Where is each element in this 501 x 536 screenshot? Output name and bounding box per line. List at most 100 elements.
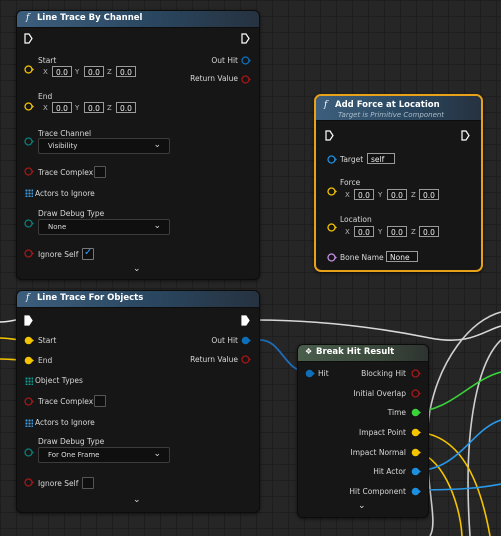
start-label: Start (38, 56, 57, 65)
bone-name-pin[interactable] (327, 253, 337, 262)
end-y-field[interactable]: 0.0 (84, 102, 104, 113)
node-title: Line Trace By Channel (37, 13, 143, 23)
target-field[interactable]: self (367, 153, 395, 164)
trace-channel-label: Trace Channel (38, 129, 92, 138)
return-value-label: Return Value (190, 355, 238, 364)
ignore-self-checkbox[interactable]: ✓ (82, 247, 94, 260)
trace-channel-value: Visibility (48, 142, 78, 150)
start-z-field[interactable]: 0.0 (116, 66, 136, 77)
end-y-axis: Y (75, 104, 80, 112)
exec-out-pin[interactable] (241, 33, 250, 44)
expand-chevron-icon[interactable]: ⌄ (133, 264, 141, 274)
exec-out-pin[interactable] (241, 315, 250, 326)
trace-complex-checkbox[interactable] (94, 166, 106, 178)
out-hit-label: Out Hit (211, 56, 238, 65)
force-vector-pin[interactable] (327, 187, 337, 196)
output-blocking-hit-pin[interactable] (411, 369, 421, 378)
force-x-axis: X (345, 191, 350, 199)
out-hit-pin[interactable] (241, 336, 251, 345)
return-value-pin[interactable] (241, 355, 251, 364)
draw-debug-value: For One Frame (48, 451, 100, 459)
output-impact-point-label: Impact Point (359, 428, 406, 437)
end-z-axis: Z (107, 104, 112, 112)
draw-debug-pin[interactable] (24, 448, 34, 457)
node-header[interactable]: f Line Trace For Objects (17, 291, 259, 308)
line-trace-by-channel-node[interactable]: f Line Trace By Channel Start X 0.0 Y 0.… (16, 10, 260, 280)
force-x-field[interactable]: 0.0 (354, 189, 374, 200)
exec-out-pin[interactable] (461, 130, 470, 141)
draw-debug-pin[interactable] (24, 219, 34, 228)
trace-channel-pin[interactable] (24, 137, 34, 146)
hit-label: Hit (318, 369, 329, 378)
out-hit-pin[interactable] (241, 56, 251, 65)
node-header[interactable]: f Line Trace By Channel (17, 11, 259, 28)
output-impact-normal-pin[interactable] (411, 448, 421, 457)
draw-debug-dropdown[interactable]: For One Frame ⌄ (38, 447, 170, 463)
output-impact-normal-label: Impact Normal (350, 448, 406, 457)
output-hit-component-label: Hit Component (349, 487, 406, 496)
trace-complex-pin[interactable] (24, 167, 34, 176)
draw-debug-dropdown[interactable]: None ⌄ (38, 219, 170, 235)
chevron-down-icon: ⌄ (153, 449, 161, 459)
location-z-field[interactable]: 0.0 (419, 226, 439, 237)
end-vector-pin[interactable] (24, 356, 34, 365)
end-label: End (38, 92, 53, 101)
start-x-field[interactable]: 0.0 (52, 66, 72, 77)
location-x-field[interactable]: 0.0 (354, 226, 374, 237)
wire-gray-1 (426, 311, 501, 536)
output-initial-overlap-pin[interactable] (411, 389, 421, 398)
bone-name-field[interactable]: None (386, 251, 418, 262)
array-grid-icon[interactable] (25, 377, 33, 385)
location-y-field[interactable]: 0.0 (387, 226, 407, 237)
exec-in-pin[interactable] (24, 33, 33, 44)
function-icon: f (26, 13, 30, 23)
output-time-label: Time (387, 408, 406, 417)
start-y-field[interactable]: 0.0 (84, 66, 104, 77)
array-grid-icon[interactable] (25, 419, 33, 427)
exec-in-pin[interactable] (24, 315, 33, 326)
wire-gray-2 (467, 339, 501, 536)
trace-complex-pin[interactable] (24, 397, 34, 406)
trace-complex-checkbox[interactable] (94, 395, 106, 407)
node-header[interactable]: f Add Force at Location Target is Primit… (316, 96, 481, 121)
exec-in-pin[interactable] (325, 130, 334, 141)
break-hit-result-node[interactable]: ❖ Break Hit Result Hit Blocking Hit Init… (297, 344, 429, 518)
node-header[interactable]: ❖ Break Hit Result (298, 345, 428, 362)
return-value-pin[interactable] (241, 75, 251, 84)
chevron-down-icon: ⌄ (153, 140, 161, 150)
force-y-field[interactable]: 0.0 (387, 189, 407, 200)
output-hit-component-pin[interactable] (411, 487, 421, 496)
start-x-axis: X (43, 68, 48, 76)
array-grid-icon[interactable] (25, 189, 33, 197)
end-vector-pin[interactable] (24, 102, 34, 111)
force-z-field[interactable]: 0.0 (419, 189, 439, 200)
node-subtitle: Target is Primitive Component (338, 111, 445, 119)
start-vector-pin[interactable] (24, 336, 34, 345)
start-vector-pin[interactable] (24, 65, 34, 74)
location-vector-pin[interactable] (327, 223, 337, 232)
expand-chevron-icon[interactable]: ⌄ (133, 495, 141, 505)
location-label: Location (340, 215, 372, 224)
hit-input-pin[interactable] (305, 369, 315, 378)
output-hit-actor-pin[interactable] (411, 467, 421, 476)
draw-debug-label: Draw Debug Type (38, 437, 105, 446)
object-types-label: Object Types (35, 376, 83, 385)
end-x-field[interactable]: 0.0 (52, 102, 72, 113)
start-z-axis: Z (107, 68, 112, 76)
ignore-self-pin[interactable] (24, 478, 34, 487)
location-x-axis: X (345, 228, 350, 236)
ignore-self-checkbox[interactable] (82, 477, 94, 489)
line-trace-for-objects-node[interactable]: f Line Trace For Objects Start End Objec… (16, 290, 260, 513)
checkmark-icon: ✓ (84, 247, 93, 258)
target-pin[interactable] (327, 155, 337, 164)
output-time-pin[interactable] (411, 408, 421, 417)
trace-channel-dropdown[interactable]: Visibility ⌄ (38, 138, 170, 154)
add-force-at-location-node[interactable]: f Add Force at Location Target is Primit… (314, 94, 483, 272)
end-x-axis: X (43, 104, 48, 112)
expand-chevron-icon[interactable]: ⌄ (358, 501, 366, 511)
ignore-self-pin[interactable] (24, 249, 34, 258)
return-value-label: Return Value (190, 74, 238, 83)
end-z-field[interactable]: 0.0 (116, 102, 136, 113)
output-impact-point-pin[interactable] (411, 428, 421, 437)
end-label: End (38, 356, 53, 365)
